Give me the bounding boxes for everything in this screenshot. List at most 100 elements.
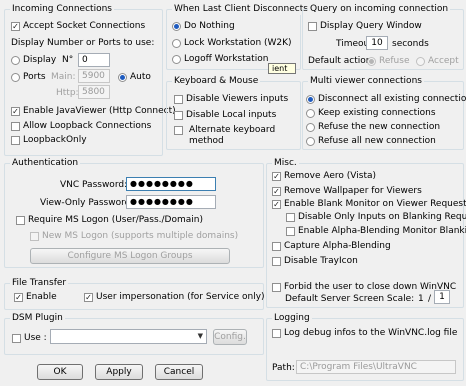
forbid-close-checkbox[interactable]: Forbid the user to close down WinVNC: [272, 282, 456, 293]
tooltip-text: ient: [272, 64, 288, 73]
disconnect-all-radio[interactable]: Disconnect all existing connections: [306, 94, 466, 105]
check-icon: [84, 293, 93, 302]
display-query-checkbox[interactable]: Display Query Window: [308, 21, 422, 32]
loopback-only-label: LoopbackOnly: [23, 135, 87, 145]
capture-alpha-blending-label: Capture Alpha-Blending: [284, 241, 391, 251]
allow-loopback-checkbox[interactable]: Allow Loopback Connections: [11, 121, 151, 132]
radio-icon: [172, 55, 181, 64]
require-ms-logon-checkbox[interactable]: Require MS Logon (User/Pass./Domain): [16, 215, 203, 226]
view-only-password-label: View-Only Password:: [40, 198, 134, 208]
lock-workstation-label: Lock Workstation (W2K): [184, 38, 292, 48]
file-transfer-enable-checkbox[interactable]: Enable: [14, 292, 57, 303]
enable-blank-monitor-checkbox[interactable]: Enable Blank Monitor on Viewer Request: [272, 199, 466, 210]
http-port-input[interactable]: 5800: [78, 85, 110, 99]
check-icon: [272, 187, 281, 196]
disable-only-inputs-label: Disable Only Inputs on Blanking Request: [298, 212, 466, 222]
checkbox-icon: [11, 122, 20, 131]
accept-socket-checkbox[interactable]: Accept Socket Connections: [11, 21, 145, 32]
view-only-password-input[interactable]: ●●●●●●●●: [126, 195, 216, 209]
refuse-radio-label: Refuse: [379, 56, 410, 66]
capture-alpha-blending-checkbox[interactable]: Capture Alpha-Blending: [272, 241, 391, 252]
timeout-input[interactable]: 10: [366, 36, 388, 50]
main-port-input[interactable]: 5900: [78, 69, 110, 83]
accept-radio[interactable]: Accept: [416, 56, 459, 67]
disable-trayicon-checkbox[interactable]: Disable TrayIcon: [272, 256, 358, 267]
refuse-all-radio[interactable]: Refuse all new connection: [306, 136, 436, 147]
file-transfer-enable-label: Enable: [26, 292, 57, 302]
display-number-input[interactable]: 0: [78, 53, 110, 67]
display-radio[interactable]: Display: [11, 55, 56, 66]
auto-radio-label: Auto: [130, 72, 151, 82]
accept-socket-label: Accept Socket Connections: [23, 21, 146, 31]
apply-button[interactable]: Apply: [95, 364, 143, 380]
user-impersonation-checkbox[interactable]: User impersonation (for Service only): [84, 292, 265, 303]
new-ms-logon-label: New MS Logon (supports multiple domains): [42, 231, 239, 241]
radio-icon: [306, 109, 315, 118]
seconds-label: seconds: [392, 39, 429, 49]
enable-java-label: Enable JavaViewer (Http Connect): [23, 106, 176, 116]
checkbox-icon: [12, 334, 21, 343]
radio-selected-icon: [118, 73, 127, 82]
checkbox-icon: [272, 257, 281, 266]
remove-wallpaper-checkbox[interactable]: Remove Wallpaper for Viewers: [272, 186, 422, 197]
log-path-label: Path:: [272, 363, 295, 373]
loopback-only-checkbox[interactable]: LoopbackOnly: [11, 135, 87, 146]
log-debug-checkbox[interactable]: Log debug infos to the WinVNC.log file: [272, 328, 457, 339]
disable-local-inputs-label: Disable Local inputs: [186, 110, 277, 120]
disable-viewer-inputs-checkbox[interactable]: Disable Viewers inputs: [174, 94, 288, 105]
enable-alpha-blending-checkbox[interactable]: Enable Alpha-Blending Monitor Blanking: [286, 226, 466, 237]
remove-aero-label: Remove Aero (Vista): [284, 171, 377, 181]
configure-ms-logon-groups-button[interactable]: Configure MS Logon Groups: [30, 248, 230, 264]
forbid-close-label: Forbid the user to close down WinVNC: [284, 282, 457, 292]
keyboard-mouse-title: Keyboard & Mouse: [172, 76, 261, 87]
refuse-new-radio[interactable]: Refuse the new connection: [306, 122, 440, 133]
ports-radio[interactable]: Ports: [11, 72, 46, 83]
disable-only-inputs-checkbox[interactable]: Disable Only Inputs on Blanking Request: [286, 212, 466, 223]
radio-icon: [306, 137, 315, 146]
display-query-label: Display Query Window: [320, 21, 422, 31]
incoming-connections-title: Incoming Connections: [10, 4, 114, 15]
dsm-config-button[interactable]: Config.: [213, 329, 247, 345]
remove-aero-checkbox[interactable]: Remove Aero (Vista): [272, 171, 376, 182]
checkbox-icon: [30, 232, 39, 241]
checkbox-icon: [11, 136, 20, 145]
checkbox-icon: [174, 126, 183, 135]
radio-icon: [306, 123, 315, 132]
log-path-input[interactable]: C:\Program Files\UltraVNC: [296, 360, 456, 374]
refuse-radio[interactable]: Refuse: [367, 56, 410, 67]
dsm-plugin-title: DSM Plugin: [10, 313, 65, 324]
vnc-password-input[interactable]: ●●●●●●●●: [126, 177, 216, 191]
lock-workstation-radio[interactable]: Lock Workstation (W2K): [172, 38, 292, 49]
ok-button[interactable]: OK: [37, 364, 83, 380]
enable-alpha-blending-label: Enable Alpha-Blending Monitor Blanking: [298, 226, 466, 236]
auto-radio[interactable]: Auto: [118, 72, 151, 83]
display-number-label: N°: [62, 55, 74, 65]
radio-icon: [11, 56, 20, 65]
logoff-workstation-radio[interactable]: Logoff Workstation: [172, 54, 268, 65]
scale-denominator-input[interactable]: 1: [434, 290, 450, 304]
do-nothing-radio[interactable]: Do Nothing: [172, 21, 235, 32]
file-transfer-title: File Transfer: [10, 278, 69, 289]
dsm-use-checkbox[interactable]: Use :: [12, 333, 47, 344]
do-nothing-label: Do Nothing: [184, 21, 235, 31]
new-ms-logon-checkbox[interactable]: New MS Logon (supports multiple domains): [30, 231, 238, 242]
require-ms-logon-label: Require MS Logon (User/Pass./Domain): [28, 215, 203, 225]
alt-keyboard-label-2: method: [189, 136, 224, 146]
keep-existing-radio[interactable]: Keep existing connections: [306, 108, 436, 119]
misc-title: Misc.: [272, 158, 299, 169]
user-impersonation-label: User impersonation (for Service only): [96, 292, 265, 302]
disable-local-inputs-checkbox[interactable]: Disable Local inputs: [174, 110, 276, 121]
vnc-password-label: VNC Password:: [60, 180, 128, 190]
remove-wallpaper-label: Remove Wallpaper for Viewers: [284, 186, 422, 196]
checkbox-icon: [174, 95, 183, 104]
checkbox-icon: [16, 216, 25, 225]
check-icon: [11, 22, 20, 31]
checkbox-icon: [272, 329, 281, 338]
cancel-button[interactable]: Cancel: [155, 364, 203, 380]
scale-separator: /: [428, 294, 432, 304]
keep-existing-label: Keep existing connections: [318, 108, 436, 118]
enable-java-checkbox[interactable]: Enable JavaViewer (Http Connect): [11, 106, 176, 117]
dsm-plugin-select[interactable]: ▼: [50, 329, 207, 344]
display-radio-label: Display: [23, 55, 57, 65]
disconnect-title: When Last Client Disconnects: [172, 4, 310, 15]
